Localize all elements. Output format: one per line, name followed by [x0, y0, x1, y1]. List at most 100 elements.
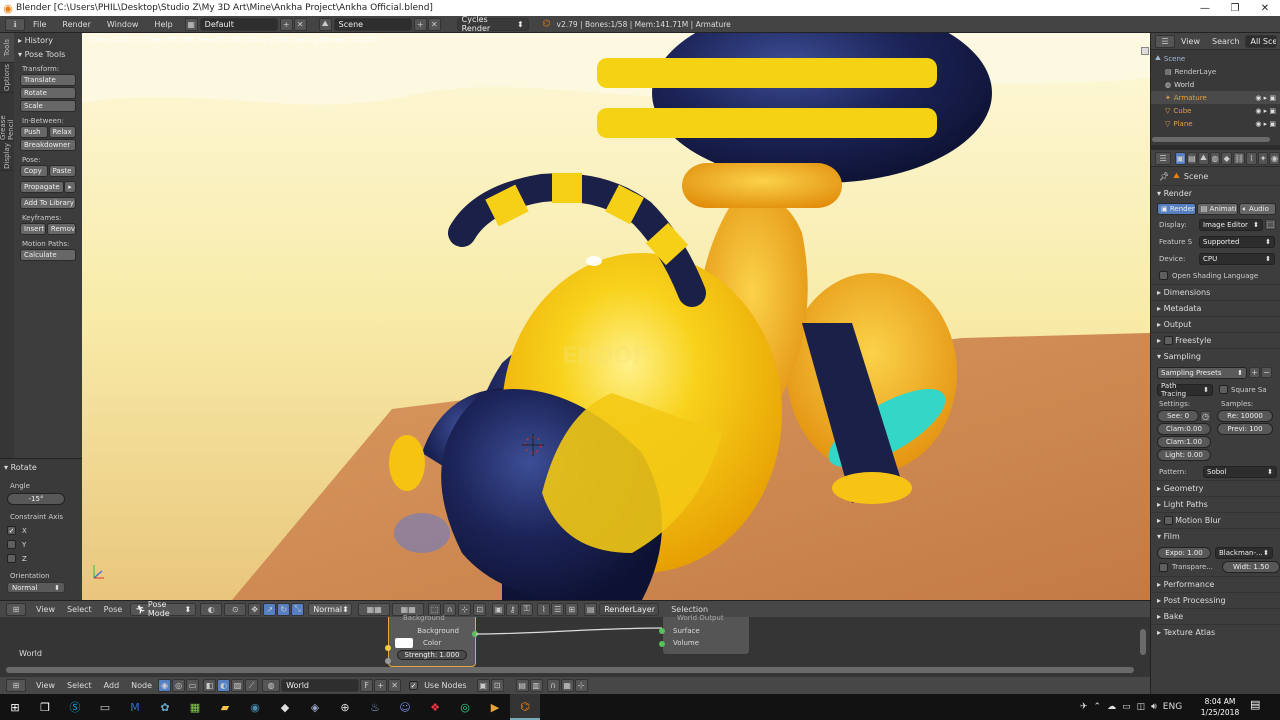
- performance-panel-header[interactable]: ▸ Performance: [1151, 576, 1280, 592]
- history-panel-header[interactable]: ▸ History: [14, 33, 82, 47]
- snap-element-icon[interactable]: ⊹: [574, 679, 588, 692]
- outliner-display-select[interactable]: All Scen: [1245, 34, 1278, 48]
- pin-scene-icon[interactable]: 📌︎: [1159, 172, 1169, 181]
- render-engine-select[interactable]: Cycles Render ⬍: [456, 15, 529, 33]
- pivot-point-icon[interactable]: ⊙: [224, 602, 247, 616]
- material-tab-icon[interactable]: ◉: [1269, 151, 1280, 165]
- editor-type-outliner-icon[interactable]: ☰: [1155, 34, 1175, 48]
- scene-icon[interactable]: ⛰: [318, 17, 332, 31]
- clock[interactable]: 8:04 AM 1/25/2018: [1200, 696, 1240, 718]
- snap-node-icon[interactable]: ⊡: [490, 679, 504, 692]
- constraints-tab-icon[interactable]: ⛓: [1233, 151, 1246, 165]
- editor-type-node-icon[interactable]: ⊞: [6, 679, 26, 692]
- world-output-node[interactable]: World Output Surface Volume: [662, 614, 750, 655]
- cloud-icon[interactable]: ☁: [1107, 702, 1116, 712]
- volume-socket[interactable]: [659, 641, 665, 647]
- app-blue-icon[interactable]: ◉: [240, 694, 270, 720]
- freestyle-panel-header[interactable]: ▸ Freestyle: [1151, 332, 1280, 348]
- add-layout-icon[interactable]: +: [279, 17, 293, 31]
- paste-button[interactable]: Paste: [48, 165, 76, 177]
- menu-select[interactable]: Select: [61, 605, 98, 614]
- integrator-select[interactable]: Path Tracing ⬍: [1157, 382, 1213, 398]
- background-node[interactable]: Background Background Color Strength: 1.…: [388, 614, 476, 667]
- world-tab-icon[interactable]: ◍: [1209, 151, 1221, 165]
- network-icon[interactable]: ◫: [1137, 702, 1146, 712]
- clamp-direct-field[interactable]: Clam:0.00: [1157, 423, 1211, 435]
- color-socket[interactable]: [385, 645, 391, 651]
- output-panel-header[interactable]: ▸ Output: [1151, 316, 1280, 332]
- push-button[interactable]: Push: [20, 126, 48, 138]
- exposure-field[interactable]: Expo: 1.00: [1157, 547, 1211, 559]
- paste-node-icon[interactable]: ▥: [529, 679, 543, 692]
- app-bird-icon[interactable]: ◆: [270, 694, 300, 720]
- angle-field[interactable]: -15°: [7, 493, 65, 505]
- magnet-node-icon[interactable]: ∩: [546, 679, 560, 692]
- menu-help[interactable]: Help: [146, 20, 180, 29]
- remove-scene-icon[interactable]: ✕: [427, 17, 441, 31]
- manipulator-toggle-icon[interactable]: ✥: [248, 602, 262, 616]
- minimize-icon[interactable]: —: [1190, 0, 1220, 16]
- dimensions-panel-header[interactable]: ▸ Dimensions: [1151, 284, 1280, 300]
- fake-user-button[interactable]: F: [360, 679, 374, 692]
- grid-app-icon[interactable]: ▦: [180, 694, 210, 720]
- notifications-icon[interactable]: ▤: [1250, 698, 1260, 711]
- shader-type-object-icon[interactable]: ◉: [158, 679, 172, 692]
- node-menu-node[interactable]: Node: [125, 681, 158, 690]
- color-swatch[interactable]: [395, 638, 413, 648]
- osl-checkbox[interactable]: Open Shading Language: [1151, 267, 1280, 284]
- keying-set-icon[interactable]: ⚿: [520, 602, 534, 616]
- light-threshold-field[interactable]: Light: 0.00: [1157, 449, 1211, 461]
- render-samples-field[interactable]: Re: 10000: [1217, 410, 1273, 422]
- rotate-button[interactable]: Rotate: [20, 87, 76, 99]
- scene-tab-icon[interactable]: ⛰: [1198, 151, 1209, 165]
- editor-type-properties-icon[interactable]: ☰: [1155, 151, 1172, 165]
- display-select[interactable]: Image Editor ⬍: [1199, 218, 1263, 231]
- editor-type-info-icon[interactable]: ℹ: [5, 17, 25, 31]
- app-shield-icon[interactable]: ◈: [300, 694, 330, 720]
- calculate-button[interactable]: Calculate: [20, 249, 76, 261]
- pose-tools-header[interactable]: ▾ Pose Tools: [14, 47, 82, 61]
- outliner-item[interactable]: ▤ RenderLaye: [1151, 65, 1280, 78]
- menu-view[interactable]: View: [30, 605, 61, 614]
- texture-editor-icon[interactable]: ▨: [231, 679, 245, 692]
- malwarebytes-icon[interactable]: M: [120, 694, 150, 720]
- remove-layout-icon[interactable]: ✕: [293, 17, 307, 31]
- audio-button[interactable]: 🔈︎ Audio: [1238, 203, 1276, 215]
- outliner-scrollbar[interactable]: [1152, 137, 1270, 142]
- strength-field[interactable]: Strength: 1.000: [397, 650, 467, 660]
- orientation-select[interactable]: Normal ⬍: [7, 582, 65, 593]
- breakdowner-button[interactable]: Breakdowner: [20, 139, 76, 151]
- skype-icon[interactable]: Ⓢ: [60, 694, 90, 720]
- add-to-library-button[interactable]: Add To Library: [20, 197, 76, 209]
- translate-manip-icon[interactable]: ↗: [263, 602, 277, 616]
- copy-node-icon[interactable]: ▤: [515, 679, 529, 692]
- axis-x-checkbox[interactable]: ✓ X: [7, 524, 82, 537]
- sampling-presets-select[interactable]: Sampling Presets ⬍: [1157, 366, 1247, 379]
- object-tab-icon[interactable]: ◆: [1221, 151, 1233, 165]
- mode-select[interactable]: 🏃︎ Pose Mode ⬍: [130, 600, 197, 618]
- clock-icon[interactable]: ◷: [1200, 410, 1211, 422]
- snap-target-icon[interactable]: ⊡: [473, 602, 487, 616]
- shader-type-line-icon[interactable]: ▭: [186, 679, 200, 692]
- film-panel-header[interactable]: ▾ Film: [1151, 528, 1280, 544]
- chevron-up-icon[interactable]: ⌃: [1094, 702, 1102, 712]
- render-tab-icon[interactable]: ▣: [1175, 151, 1186, 165]
- layout-grid-icon[interactable]: ▦: [184, 17, 198, 31]
- motion-blur-panel-header[interactable]: ▸ Motion Blur: [1151, 512, 1280, 528]
- app-red-icon[interactable]: ❖: [420, 694, 450, 720]
- tab-display[interactable]: Display: [0, 141, 14, 171]
- menu-render[interactable]: Render: [54, 20, 98, 29]
- world-field[interactable]: World: [281, 679, 360, 692]
- insert-keyframe-button[interactable]: Insert: [20, 223, 46, 235]
- app-window-icon[interactable]: ▭: [90, 694, 120, 720]
- preview-samples-field[interactable]: Previ: 100: [1217, 423, 1273, 435]
- node-editor[interactable]: World Background Background Color Streng…: [0, 614, 1150, 677]
- viewport-corner-icon[interactable]: [1141, 47, 1149, 55]
- 3d-viewport[interactable]: ENDOF Time:02:26.75 | Mem:59.13M, Peak:5…: [82, 33, 1150, 600]
- tab-options[interactable]: Options: [0, 63, 14, 93]
- strength-socket[interactable]: [385, 658, 391, 664]
- animation-button[interactable]: ▤ Animati: [1196, 203, 1238, 215]
- pattern-select[interactable]: Sobol ⬍: [1203, 465, 1277, 478]
- copy-button[interactable]: Copy: [20, 165, 48, 177]
- axis-z-checkbox[interactable]: Z: [7, 552, 82, 565]
